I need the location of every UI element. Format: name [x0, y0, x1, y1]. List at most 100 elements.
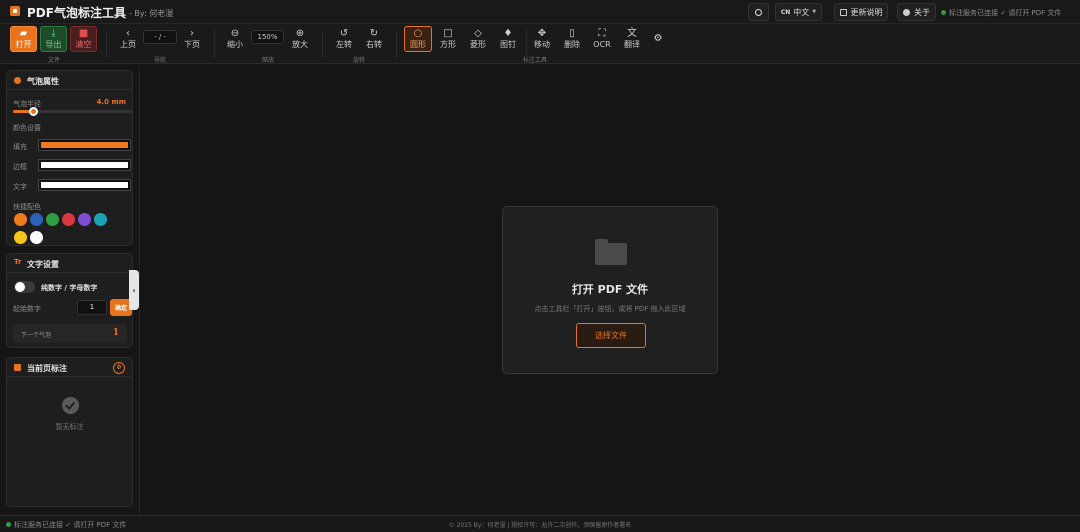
zoom-out-icon: ⊖	[230, 28, 240, 39]
zoom-in-icon: ⊕	[295, 28, 305, 39]
color-section-label: 颜色设置	[13, 124, 41, 132]
app-logo-icon	[10, 6, 20, 16]
move-tool-button[interactable]: ✥ 移动	[529, 26, 555, 52]
next-bubble-indicator: 下一个气泡 1	[13, 324, 127, 343]
toolbar: ▰ 打开 ⤓ 导出 ■ 清空 文件 ‹ 上页 - / - › 下页 导航 ⊖ 缩…	[0, 24, 1080, 64]
numeric-mode-label: 纯数字 / 字母数字	[41, 284, 98, 292]
text-settings-panel: Tr 文字设置 纯数字 / 字母数字 起始数字 1 确定 下一个气泡 1	[6, 253, 133, 348]
border-color-picker[interactable]	[38, 159, 131, 171]
next-page-button[interactable]: › 下页	[179, 26, 205, 52]
text-swatch	[41, 182, 128, 188]
about-label: 关于	[914, 7, 930, 17]
bubble-size-slider[interactable]	[13, 107, 133, 116]
pdf-drop-zone[interactable]: 打开 PDF 文件 点击工具栏「打开」按钮，或将 PDF 拖入此区域 选择文件	[502, 206, 718, 374]
ocr-button[interactable]: ⛶ OCR	[589, 26, 615, 52]
sidebar: 气泡属性 气泡半径 4.0 mm 颜色设置 填充 边框 文字 快捷配色 Tr 文…	[0, 65, 140, 515]
zoom-in-label: 放大	[292, 40, 308, 49]
text-format-icon: Tr	[14, 258, 22, 266]
panel-title: 文字设置	[27, 260, 59, 269]
rotate-left-label: 左转	[336, 40, 352, 49]
circle-tool-label: 圆形	[410, 40, 426, 49]
fill-color-picker[interactable]	[38, 139, 131, 151]
group-label-annotate: 标注工具	[522, 57, 548, 64]
group-label-nav: 导航	[153, 57, 167, 64]
sun-icon	[755, 8, 762, 16]
status-dot-icon	[941, 10, 946, 15]
next-page-label: 下页	[184, 40, 200, 49]
diamond-icon: ◇	[474, 28, 482, 39]
square-tool-button[interactable]: □ 方形	[435, 26, 461, 52]
quick-color-chip[interactable]	[14, 213, 27, 226]
circle-tool-button[interactable]: ○ 圆形	[404, 26, 432, 52]
collapse-sidebar-button[interactable]: ‹	[129, 270, 139, 310]
quick-color-chip[interactable]	[30, 213, 43, 226]
export-label: 导出	[45, 40, 62, 49]
check-circle-icon	[62, 397, 79, 414]
prev-page-button[interactable]: ‹ 上页	[115, 26, 141, 52]
gear-icon: ⚙	[653, 32, 663, 44]
chevron-right-icon: ›	[190, 28, 194, 39]
text-color-label: 文字	[13, 183, 27, 191]
prev-page-label: 上页	[120, 40, 136, 49]
settings-button[interactable]: ⚙	[650, 31, 666, 45]
open-button[interactable]: ▰ 打开	[10, 26, 37, 52]
zoom-out-button[interactable]: ⊖ 缩小	[222, 26, 248, 52]
chevron-left-icon: ‹	[126, 28, 130, 39]
translate-icon: 文	[627, 28, 637, 39]
select-file-button[interactable]: 选择文件	[576, 323, 646, 348]
quick-color-chip[interactable]	[46, 213, 59, 226]
divider	[214, 30, 215, 58]
quick-color-chip[interactable]	[62, 213, 75, 226]
chevron-left-icon: ‹	[132, 285, 136, 295]
pin-tool-label: 图钉	[500, 40, 516, 49]
diamond-tool-button[interactable]: ◇ 菱形	[465, 26, 491, 52]
zoom-out-label: 缩小	[227, 40, 243, 49]
ocr-label: OCR	[593, 40, 611, 49]
slider-thumb[interactable]	[29, 107, 39, 116]
pin-tool-button[interactable]: ♦ 图钉	[495, 26, 521, 52]
quick-colors-label: 快捷配色	[13, 203, 41, 211]
panel-title: 气泡属性	[27, 77, 59, 86]
status-bar: 标注服务已连接 ✓ 请打开 PDF 文件 © 2025 By：何老湿 | 授权许…	[0, 515, 1080, 532]
clear-button[interactable]: ■ 清空	[70, 26, 97, 52]
rotate-left-button[interactable]: ↺ 左转	[331, 26, 357, 52]
scan-icon: ⛶	[598, 28, 606, 39]
start-number-input[interactable]: 1	[77, 300, 107, 315]
zoom-in-button[interactable]: ⊕ 放大	[287, 26, 313, 52]
delete-tool-button[interactable]: ▯ 删除	[559, 26, 585, 52]
export-button[interactable]: ⤓ 导出	[40, 26, 67, 52]
app-title: PDF气泡标注工具	[27, 6, 126, 20]
panel-header: Tr 文字设置	[7, 254, 132, 273]
info-icon	[903, 8, 910, 16]
quick-color-chip[interactable]	[78, 213, 91, 226]
pdf-canvas-area[interactable]: 打开 PDF 文件 点击工具栏「打开」按钮，或将 PDF 拖入此区域 选择文件	[141, 65, 1080, 515]
about-button[interactable]: 关于	[897, 3, 936, 21]
translate-button[interactable]: 文 翻译	[619, 26, 645, 52]
zoom-level[interactable]: 150%	[251, 30, 284, 44]
lang-label: 中文	[793, 7, 810, 17]
border-swatch	[41, 162, 128, 168]
numeric-mode-toggle[interactable]	[14, 281, 35, 293]
trash-icon: ■	[78, 28, 89, 39]
text-color-picker[interactable]	[38, 179, 131, 191]
connection-status-text: 标注服务已连接 ✓ 请打开 PDF 文件	[949, 9, 1062, 17]
lang-code: CN	[780, 8, 791, 16]
panel-header: 气泡属性	[7, 71, 132, 90]
theme-toggle-button[interactable]	[748, 3, 769, 21]
calendar-icon	[14, 364, 21, 371]
bubble-size-value: 4.0 mm	[96, 98, 126, 106]
app-author: - By: 何老湿	[129, 9, 174, 18]
page-indicator[interactable]: - / -	[143, 30, 177, 44]
circle-icon: ○	[413, 28, 423, 39]
quick-color-chip[interactable]	[30, 231, 43, 244]
panel-title: 当前页标注	[27, 364, 67, 373]
language-select[interactable]: CN 中文 ▼	[775, 3, 822, 21]
connection-status: 标注服务已连接 ✓ 请打开 PDF 文件	[941, 8, 1061, 18]
next-bubble-value: 1	[112, 328, 119, 338]
quick-color-chip[interactable]	[14, 231, 27, 244]
drop-zone-hint: 点击工具栏「打开」按钮，或将 PDF 拖入此区域	[534, 305, 686, 313]
quick-color-chip[interactable]	[94, 213, 107, 226]
rotate-right-button[interactable]: ↻ 右转	[361, 26, 387, 52]
update-notes-button[interactable]: 更新说明	[834, 3, 888, 21]
current-page-annotations-panel: 当前页标注 0 暂无标注	[6, 357, 133, 507]
